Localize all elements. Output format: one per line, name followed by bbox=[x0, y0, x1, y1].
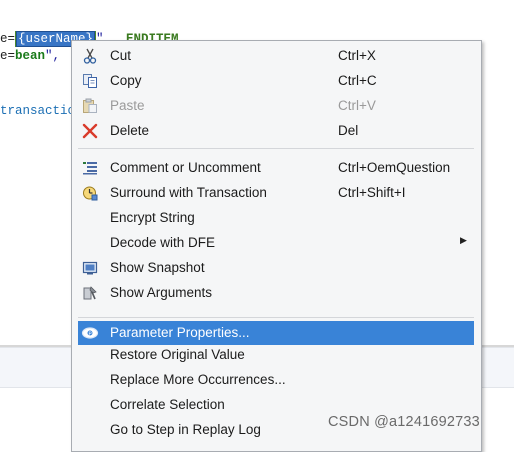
menu-item-delete[interactable]: Delete Del bbox=[78, 119, 474, 143]
menu-item-paste[interactable]: Paste Ctrl+V bbox=[78, 94, 474, 118]
delete-x-icon bbox=[81, 122, 99, 140]
menu-label-cut: Cut bbox=[110, 48, 132, 63]
paste-icon bbox=[81, 97, 99, 115]
arguments-tool-icon bbox=[81, 284, 99, 302]
menu-item-decode-dfe[interactable]: Decode with DFE ▶ bbox=[78, 231, 474, 255]
shortcut-cut: Ctrl+X bbox=[338, 48, 376, 63]
menu-item-encrypt-string[interactable]: Encrypt String bbox=[78, 206, 474, 230]
menu-item-surround-transaction[interactable]: Surround with Transaction Ctrl+Shift+I bbox=[78, 181, 474, 205]
context-menu: Cut Ctrl+X Copy Ctrl+C Paste Ctrl+V Dele… bbox=[71, 40, 482, 452]
shortcut-paste: Ctrl+V bbox=[338, 98, 376, 113]
shortcut-comment: Ctrl+OemQuestion bbox=[338, 160, 451, 175]
menu-item-cut[interactable]: Cut Ctrl+X bbox=[78, 44, 474, 68]
comment-lines-icon bbox=[81, 159, 99, 177]
menu-item-replace-more[interactable]: Replace More Occurrences... bbox=[78, 368, 474, 392]
menu-item-restore-original[interactable]: Restore Original Value bbox=[78, 343, 474, 367]
submenu-arrow-icon: ▶ bbox=[460, 235, 467, 245]
menu-label-arguments: Show Arguments bbox=[110, 285, 213, 300]
menu-label-parameter-properties: Parameter Properties... bbox=[110, 325, 250, 340]
menu-label-decode: Decode with DFE bbox=[110, 235, 216, 250]
menu-item-show-arguments[interactable]: Show Arguments bbox=[78, 281, 474, 305]
shortcut-copy: Ctrl+C bbox=[338, 73, 377, 88]
code-string-bean: bean bbox=[15, 49, 46, 63]
code-line-2: e=bean", bbox=[0, 48, 68, 64]
parameter-eye-icon: P bbox=[81, 324, 99, 342]
menu-label-copy: Copy bbox=[110, 73, 142, 88]
code-attr-prefix: e= bbox=[0, 32, 16, 46]
code-string-close-2: ", bbox=[45, 49, 68, 63]
menu-label-surround: Surround with Transaction bbox=[110, 185, 267, 200]
shortcut-surround: Ctrl+Shift+I bbox=[338, 185, 406, 200]
snapshot-monitor-icon bbox=[81, 259, 99, 277]
copy-icon bbox=[81, 72, 99, 90]
menu-label-restore: Restore Original Value bbox=[110, 347, 245, 362]
code-attr-prefix-2: e= bbox=[0, 49, 16, 63]
menu-separator bbox=[78, 148, 474, 149]
menu-item-parameter-properties[interactable]: P Parameter Properties... bbox=[78, 321, 474, 345]
menu-item-show-snapshot[interactable]: Show Snapshot bbox=[78, 256, 474, 280]
menu-item-copy[interactable]: Copy Ctrl+C bbox=[78, 69, 474, 93]
menu-item-comment[interactable]: Comment or Uncomment Ctrl+OemQuestion bbox=[78, 156, 474, 180]
transaction-clock-icon bbox=[81, 184, 99, 202]
menu-label-correlate: Correlate Selection bbox=[110, 397, 225, 412]
menu-separator bbox=[78, 317, 474, 318]
csdn-watermark: CSDN @a1241692733 bbox=[328, 414, 480, 430]
menu-label-delete: Delete bbox=[110, 123, 150, 138]
menu-label-snapshot: Show Snapshot bbox=[110, 260, 205, 275]
menu-label-comment: Comment or Uncomment bbox=[110, 160, 261, 175]
scissors-icon bbox=[81, 47, 99, 65]
menu-label-paste: Paste bbox=[110, 98, 145, 113]
menu-label-encrypt: Encrypt String bbox=[110, 210, 195, 225]
menu-label-go-to-step: Go to Step in Replay Log bbox=[110, 422, 261, 437]
code-line-3: transactio bbox=[0, 104, 76, 118]
shortcut-delete: Del bbox=[338, 123, 359, 138]
menu-label-replace-more: Replace More Occurrences... bbox=[110, 372, 286, 387]
